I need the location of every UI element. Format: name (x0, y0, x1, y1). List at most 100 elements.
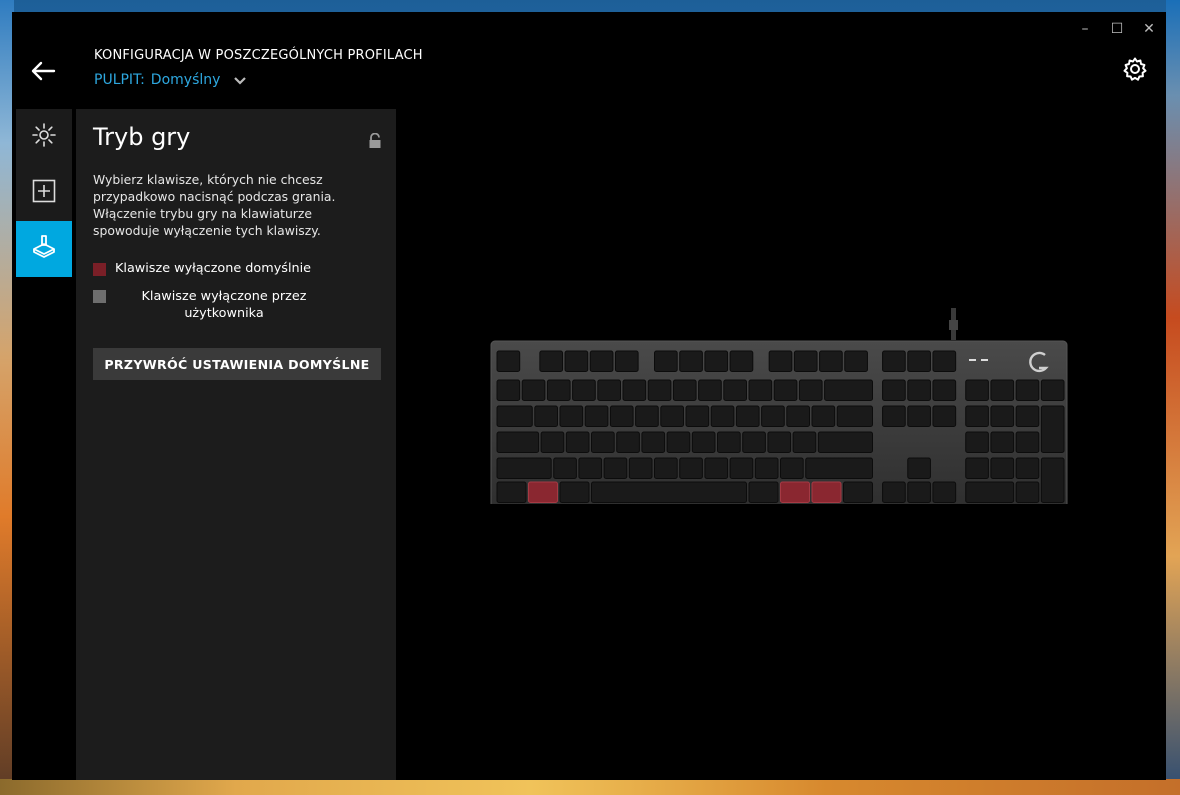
keyboard-key[interactable] (654, 457, 678, 479)
keyboard-key[interactable] (965, 481, 1015, 503)
keyboard-key[interactable] (647, 379, 672, 401)
keyboard-image[interactable] (490, 302, 1068, 513)
keyboard-key[interactable] (672, 379, 697, 401)
close-button[interactable]: ✕ (1140, 20, 1158, 38)
keyboard-key[interactable] (965, 379, 989, 401)
keyboard-key[interactable] (597, 379, 622, 401)
keyboard-key[interactable] (767, 431, 792, 453)
keyboard-key[interactable] (965, 457, 989, 479)
keyboard-key[interactable] (882, 379, 906, 401)
keyboard-key[interactable] (723, 379, 748, 401)
sidebar-item-assignments[interactable] (16, 165, 72, 221)
keyboard-key[interactable] (591, 481, 747, 503)
keyboard-key[interactable] (792, 431, 817, 453)
keyboard-key[interactable] (729, 350, 754, 372)
keyboard-key[interactable] (932, 379, 957, 401)
profile-selector[interactable]: PULPIT: Domyślny (94, 71, 247, 89)
keyboard-key[interactable] (660, 405, 685, 427)
keyboard-key[interactable] (578, 457, 603, 479)
keyboard-key[interactable] (564, 350, 589, 372)
keyboard-key[interactable] (679, 457, 703, 479)
keyboard-key[interactable] (496, 379, 521, 401)
keyboard-key[interactable] (932, 350, 957, 372)
keyboard-key[interactable] (654, 350, 678, 372)
keyboard-key[interactable] (824, 379, 874, 401)
keyboard-key[interactable] (1015, 481, 1040, 503)
keyboard-key[interactable] (882, 481, 906, 503)
keyboard-key[interactable] (572, 379, 596, 401)
keyboard-key[interactable] (704, 350, 729, 372)
keyboard-key[interactable] (748, 481, 779, 503)
keyboard-key[interactable] (565, 431, 590, 453)
keyboard-key[interactable] (717, 431, 741, 453)
keyboard-key[interactable] (1015, 379, 1040, 401)
unlock-icon[interactable] (368, 132, 382, 149)
keyboard-key[interactable] (521, 379, 546, 401)
keyboard-key[interactable] (559, 405, 584, 427)
disabled-key[interactable] (811, 481, 842, 503)
keyboard-key[interactable] (786, 405, 810, 427)
keyboard-key[interactable] (798, 379, 823, 401)
back-arrow-icon[interactable] (30, 60, 60, 86)
keyboard-key[interactable] (603, 457, 628, 479)
keyboard-key[interactable] (907, 405, 931, 427)
keyboard-key[interactable] (843, 481, 873, 503)
disabled-key[interactable] (528, 481, 558, 503)
minimize-button[interactable]: – (1076, 20, 1094, 38)
keyboard-key[interactable] (616, 431, 640, 453)
keyboard-key[interactable] (496, 350, 521, 372)
reset-defaults-button[interactable]: PRZYWRÓĆ USTAWIENIA DOMYŚLNE (93, 348, 381, 380)
keyboard-key[interactable] (496, 405, 533, 427)
keyboard-key[interactable] (729, 457, 754, 479)
keyboard-key[interactable] (817, 431, 873, 453)
keyboard-key[interactable] (546, 379, 571, 401)
keyboard-key[interactable] (882, 405, 906, 427)
keyboard-key[interactable] (704, 457, 729, 479)
keyboard-key[interactable] (844, 350, 868, 372)
keyboard-key[interactable] (534, 405, 558, 427)
keyboard-key[interactable] (540, 431, 565, 453)
keyboard-key[interactable] (496, 457, 552, 479)
maximize-button[interactable]: ☐ (1108, 20, 1126, 38)
keyboard-key[interactable] (1015, 457, 1040, 479)
keyboard-key[interactable] (780, 457, 804, 479)
keyboard-key[interactable] (990, 431, 1015, 453)
keyboard-key[interactable] (819, 350, 843, 372)
gear-icon[interactable] (1122, 56, 1148, 82)
keyboard-key[interactable] (932, 481, 957, 503)
keyboard-key[interactable] (641, 431, 666, 453)
keyboard-key[interactable] (965, 405, 989, 427)
keyboard-key[interactable] (1015, 431, 1040, 453)
keyboard-key[interactable] (666, 431, 691, 453)
keyboard-key[interactable] (559, 481, 590, 503)
keyboard-key[interactable] (496, 481, 527, 503)
keyboard-key[interactable] (589, 350, 614, 372)
keyboard-key[interactable] (1015, 405, 1040, 427)
sidebar-item-lighting[interactable] (16, 109, 72, 165)
keyboard-key[interactable] (990, 405, 1015, 427)
keyboard-key[interactable] (679, 350, 703, 372)
keyboard-key[interactable] (635, 405, 659, 427)
sidebar-item-game-mode[interactable] (16, 221, 72, 277)
keyboard-key[interactable] (496, 431, 540, 453)
keyboard-key[interactable] (990, 379, 1015, 401)
keyboard-key[interactable] (748, 379, 773, 401)
keyboard-key[interactable] (805, 457, 874, 479)
keyboard-key[interactable] (907, 350, 931, 372)
keyboard-key[interactable] (768, 350, 793, 372)
keyboard-key[interactable] (907, 379, 931, 401)
keyboard-key[interactable] (773, 379, 798, 401)
keyboard-key[interactable] (907, 457, 931, 479)
disabled-key[interactable] (780, 481, 810, 503)
keyboard-key[interactable] (622, 379, 647, 401)
keyboard-key[interactable] (710, 405, 735, 427)
keyboard-key[interactable] (836, 405, 874, 427)
keyboard-key[interactable] (811, 405, 836, 427)
keyboard-key[interactable] (539, 350, 564, 372)
keyboard-key[interactable] (685, 405, 710, 427)
keyboard-key[interactable] (965, 431, 989, 453)
keyboard-key[interactable] (742, 431, 766, 453)
keyboard-key[interactable] (932, 405, 957, 427)
keyboard-key[interactable] (591, 431, 615, 453)
keyboard-key[interactable] (1040, 457, 1065, 503)
